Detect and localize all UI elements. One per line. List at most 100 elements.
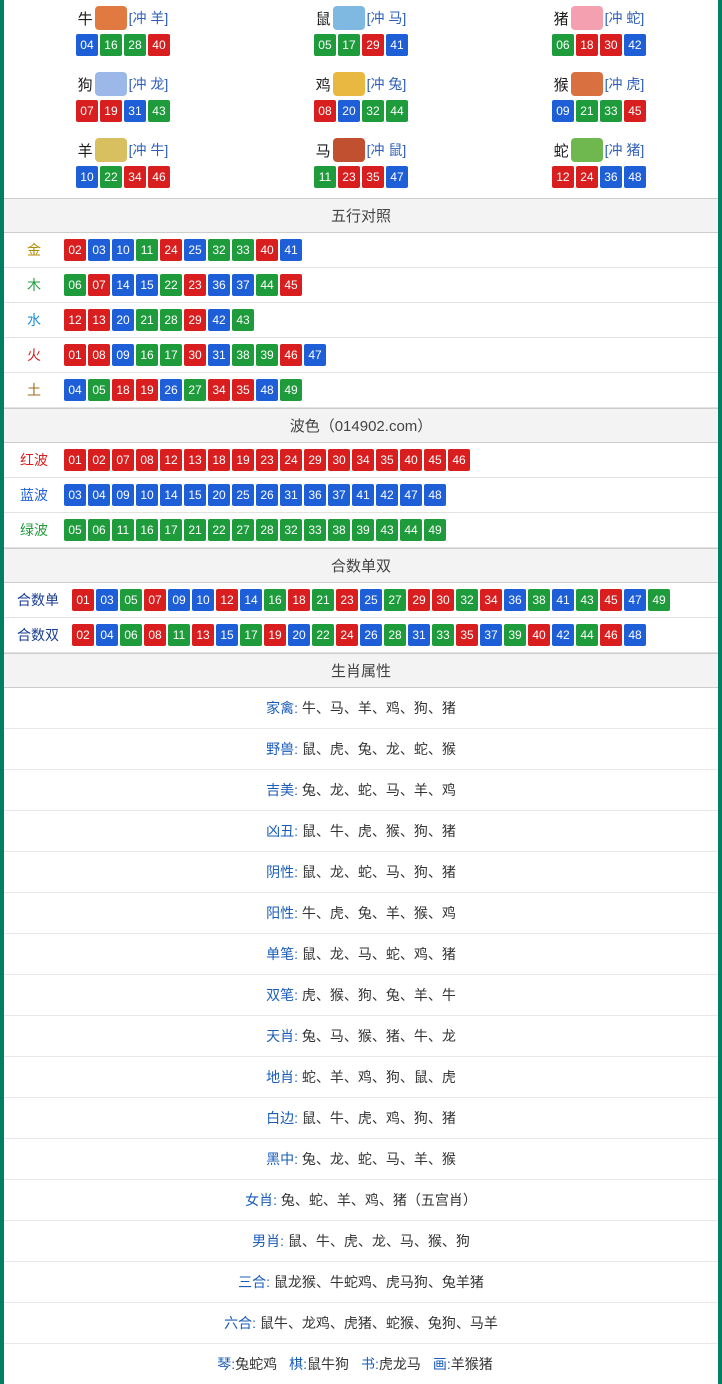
number-ball: 19: [264, 624, 286, 646]
number-ball: 23: [338, 166, 360, 188]
number-ball: 45: [280, 274, 302, 296]
number-ball: 35: [456, 624, 478, 646]
number-ball: 11: [314, 166, 336, 188]
attr-value: 鼠、牛、虎、鸡、狗、猪: [298, 1110, 456, 1126]
number-ball: 22: [312, 624, 334, 646]
number-ball: 05: [88, 379, 110, 401]
attr-row: 白边: 鼠、牛、虎、鸡、狗、猪: [4, 1098, 718, 1139]
group-value: 兔蛇鸡: [235, 1356, 277, 1372]
number-ball: 03: [64, 484, 86, 506]
number-ball: 37: [232, 274, 254, 296]
attr-key: 野兽:: [266, 741, 298, 757]
number-ball: 36: [504, 589, 526, 611]
number-ball: 20: [112, 309, 134, 331]
number-ball: 04: [88, 484, 110, 506]
row-label: 土: [12, 380, 56, 400]
data-row: 火0108091617303138394647: [4, 338, 718, 373]
number-ball: 17: [338, 34, 360, 56]
attr-key: 单笔:: [266, 946, 298, 962]
number-ball: 17: [160, 344, 182, 366]
number-ball: 04: [96, 624, 118, 646]
number-ball: 16: [136, 519, 158, 541]
number-ball: 33: [232, 239, 254, 261]
zodiac-balls: 09213345: [480, 100, 718, 122]
number-ball: 21: [312, 589, 334, 611]
zodiac-icon: [333, 138, 365, 162]
number-ball: 22: [100, 166, 122, 188]
ball-strip: 03040910141520252631363741424748: [64, 484, 446, 506]
attr-key: 凶丑:: [266, 823, 298, 839]
number-ball: 29: [184, 309, 206, 331]
number-ball: 48: [624, 166, 646, 188]
zodiac-header: 鼠[冲 马]: [242, 6, 480, 30]
number-ball: 48: [624, 624, 646, 646]
number-ball: 45: [600, 589, 622, 611]
number-ball: 24: [280, 449, 302, 471]
attr-value: 鼠、牛、虎、龙、马、猴、狗: [284, 1233, 470, 1249]
number-ball: 08: [144, 624, 166, 646]
number-ball: 39: [504, 624, 526, 646]
number-ball: 15: [136, 274, 158, 296]
group-value: 虎龙马: [379, 1356, 421, 1372]
attr-value: 兔、蛇、羊、鸡、猪（五宫肖）: [277, 1192, 477, 1208]
number-ball: 42: [552, 624, 574, 646]
zodiac-balls: 07193143: [4, 100, 242, 122]
number-ball: 09: [552, 100, 574, 122]
number-ball: 27: [184, 379, 206, 401]
attr-row: 天肖: 兔、马、猴、猪、牛、龙: [4, 1016, 718, 1057]
zodiac-balls: 08203244: [242, 100, 480, 122]
ball-strip: 0108091617303138394647: [64, 344, 326, 366]
number-ball: 14: [160, 484, 182, 506]
attr-value: 蛇、羊、鸡、狗、鼠、虎: [298, 1069, 456, 1085]
zodiac-conflict: [冲 猪]: [605, 140, 645, 160]
data-row: 绿波05061116172122272832333839434449: [4, 513, 718, 548]
number-ball: 31: [408, 624, 430, 646]
number-ball: 43: [576, 589, 598, 611]
attr-value: 兔、马、猴、猪、牛、龙: [298, 1028, 456, 1044]
attr-value: 虎、猴、狗、兔、羊、牛: [298, 987, 456, 1003]
zodiac-icon: [95, 72, 127, 96]
number-ball: 45: [624, 100, 646, 122]
number-ball: 47: [304, 344, 326, 366]
number-ball: 24: [160, 239, 182, 261]
number-ball: 32: [456, 589, 478, 611]
data-row: 金02031011242532334041: [4, 233, 718, 268]
number-ball: 10: [192, 589, 214, 611]
zodiac-cell: 猴[冲 虎]09213345: [480, 66, 718, 132]
number-ball: 25: [184, 239, 206, 261]
number-ball: 28: [124, 34, 146, 56]
number-ball: 13: [88, 309, 110, 331]
number-ball: 40: [528, 624, 550, 646]
zodiac-name: 猴: [554, 74, 569, 95]
number-ball: 07: [88, 274, 110, 296]
number-ball: 47: [624, 589, 646, 611]
zodiac-balls: 06183042: [480, 34, 718, 56]
zodiac-cell: 猪 [冲 蛇] 06183042: [480, 0, 718, 66]
zodiac-conflict: [冲 蛇]: [605, 8, 645, 28]
section-shuxing-title: 生肖属性: [4, 653, 718, 688]
number-ball: 01: [64, 449, 86, 471]
number-ball: 40: [400, 449, 422, 471]
ball-strip: 0204060811131517192022242628313335373940…: [72, 624, 646, 646]
attr-value: 牛、虎、兔、羊、猴、鸡: [298, 905, 456, 921]
number-ball: 18: [208, 449, 230, 471]
number-ball: 08: [314, 100, 336, 122]
attr-value: 牛、马、羊、鸡、狗、猪: [298, 700, 456, 716]
number-ball: 28: [160, 309, 182, 331]
zodiac-name: 猪: [554, 8, 569, 29]
zodiac-name: 马: [316, 140, 331, 161]
number-ball: 24: [576, 166, 598, 188]
number-ball: 46: [148, 166, 170, 188]
ball-strip: 04051819262734354849: [64, 379, 302, 401]
attr-key: 男肖:: [252, 1233, 284, 1249]
number-ball: 28: [256, 519, 278, 541]
zodiac-name: 鼠: [316, 8, 331, 29]
attr-key: 吉美:: [266, 782, 298, 798]
group-value: 羊猴猪: [451, 1356, 493, 1372]
number-ball: 32: [208, 239, 230, 261]
attr-row: 野兽: 鼠、虎、兔、龙、蛇、猴: [4, 729, 718, 770]
number-ball: 24: [336, 624, 358, 646]
zodiac-conflict: [冲 牛]: [129, 140, 169, 160]
bose-table: 红波0102070812131819232429303435404546蓝波03…: [4, 443, 718, 548]
number-ball: 05: [120, 589, 142, 611]
